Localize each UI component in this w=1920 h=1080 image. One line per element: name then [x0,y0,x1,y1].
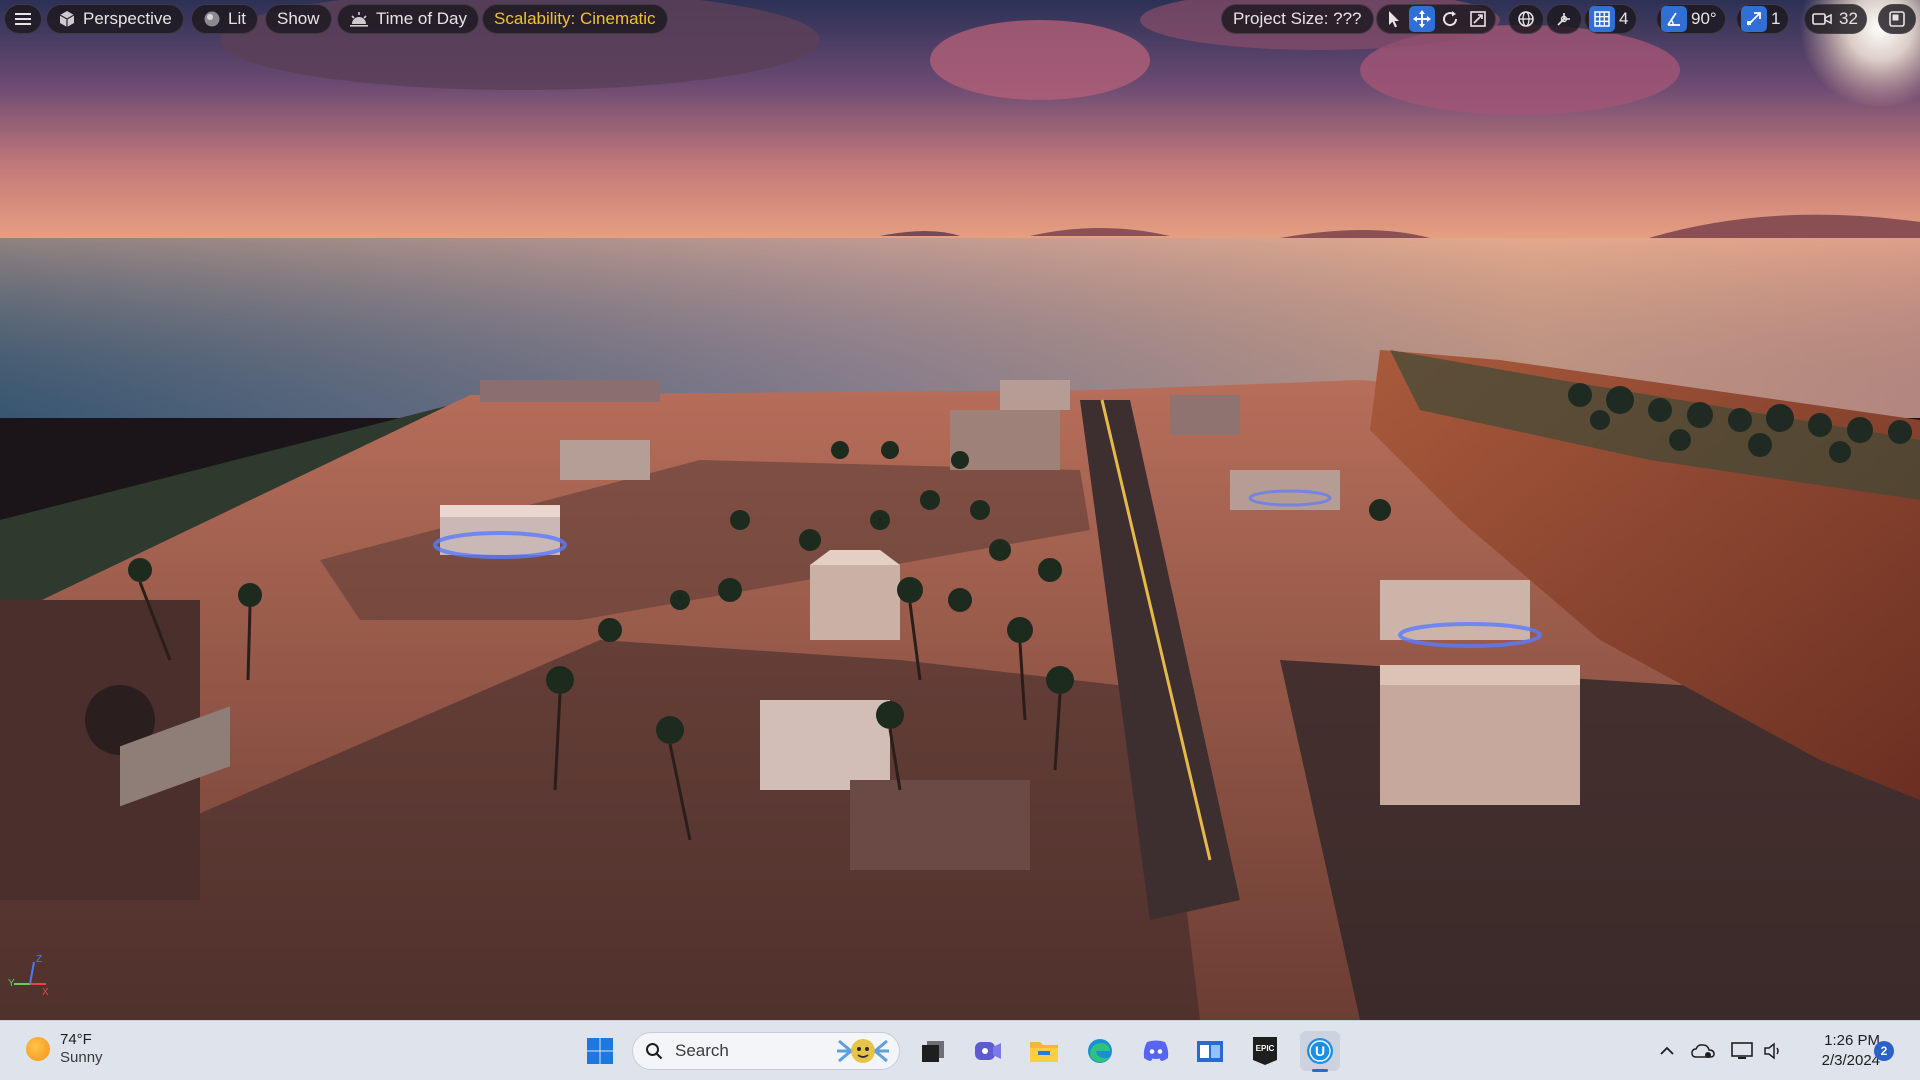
camera-speed-button[interactable] [1809,6,1835,32]
clock[interactable]: 1:26 PM 2/3/2024 [1796,1031,1880,1071]
grid-snap-button[interactable] [1589,6,1615,32]
scale-snap-icon [1747,12,1761,26]
surface-snap-icon [1557,13,1570,26]
sun-icon [26,1037,50,1061]
task-view-button[interactable] [913,1031,953,1071]
grid-snap-value[interactable]: 4 [1617,9,1632,29]
grid-icon [1594,11,1610,27]
camera-speed-value[interactable]: 32 [1837,9,1862,29]
rotate-tool-button[interactable] [1437,6,1463,32]
perspective-label: Perspective [83,9,172,28]
rotation-snap-value[interactable]: 90° [1689,9,1721,29]
onedrive-button[interactable] [1688,1031,1718,1071]
folder-icon [1030,1042,1058,1062]
clock-time: 1:26 PM [1824,1032,1880,1049]
axis-gizmo: X Y Z [8,954,49,996]
time-of-day-label: Time of Day [376,9,468,28]
unreal-engine-button[interactable]: U [1300,1031,1340,1072]
angle-icon [1667,12,1680,26]
lit-sphere-icon [204,11,220,27]
windows-logo-icon [587,1038,613,1064]
select-tool-button[interactable] [1381,6,1407,32]
teams-icon [975,1042,1001,1060]
hamburger-icon [15,13,31,25]
edge-icon [1088,1039,1112,1063]
search-input[interactable] [673,1040,827,1062]
display-icon [1731,1042,1753,1059]
scale-snap-value[interactable]: 1 [1769,9,1784,29]
notification-badge[interactable]: 2 [1874,1041,1894,1061]
axis-y-label: Y [8,978,15,989]
rotation-snap-button[interactable] [1661,6,1687,32]
windows-taskbar: 74°F Sunny EPIC U [0,1020,1920,1080]
weather-widget[interactable]: 74°F Sunny [26,1031,103,1067]
file-explorer-button[interactable] [1024,1031,1064,1071]
edge-button[interactable] [1080,1031,1120,1071]
taskbar-search[interactable] [632,1032,900,1070]
start-button[interactable] [580,1031,620,1071]
lit-button[interactable]: Lit [191,4,258,34]
viewport-menu-button[interactable] [4,4,42,34]
network-button[interactable] [1726,1031,1758,1071]
discord-button[interactable] [1136,1031,1176,1071]
task-view-icon [922,1041,944,1062]
maximize-icon [1889,11,1905,27]
show-button[interactable]: Show [265,4,332,34]
scale-tool-button[interactable] [1465,6,1491,32]
surface-snap-button[interactable] [1551,6,1577,32]
world-local-toggle[interactable] [1508,4,1544,34]
translate-tool-button[interactable] [1409,6,1435,32]
axis-x-label: X [42,987,49,996]
store-button[interactable] [1190,1031,1230,1071]
weather-condition: Sunny [60,1049,103,1066]
perspective-button[interactable]: Perspective [46,4,184,34]
teams-button[interactable] [968,1031,1008,1071]
clock-date: 2/3/2024 [1821,1052,1880,1069]
discord-icon [1143,1040,1169,1061]
project-size-label: Project Size: ??? [1233,9,1362,28]
sunrise-icon [350,12,368,27]
surface-snap-toggle[interactable] [1546,4,1582,34]
scalability-label: Scalability: Cinematic [494,9,656,28]
world-space-button[interactable] [1513,6,1539,32]
unreal-logo-text: U [1315,1043,1325,1059]
volume-icon [1764,1042,1779,1060]
camera-icon [1812,13,1832,25]
epic-games-button[interactable]: EPIC [1245,1031,1285,1071]
lit-label: Lit [228,9,246,28]
globe-icon [1518,11,1534,27]
project-size-button[interactable]: Project Size: ??? [1221,4,1374,34]
show-label: Show [277,9,320,28]
camera-speed-group[interactable]: 32 [1804,4,1867,34]
scale-snap-button[interactable] [1741,6,1767,32]
maximize-viewport-button[interactable] [1878,4,1916,34]
unreal-engine-icon: U [1307,1038,1333,1064]
volume-button[interactable] [1758,1031,1788,1071]
select-icon [1389,11,1399,28]
rotate-icon [1443,11,1458,27]
search-highlight-icon [837,1039,889,1063]
translate-icon [1413,10,1431,28]
scale-snap-group: 1 [1736,4,1790,34]
scene-render[interactable] [0,0,1920,1020]
time-of-day-button[interactable]: Time of Day [337,4,480,34]
weather-temp: 74°F [60,1031,92,1048]
show-hidden-icons-button[interactable] [1652,1031,1682,1071]
scale-icon [1470,11,1486,27]
search-icon [646,1043,663,1060]
rotation-snap-group: 90° [1656,4,1726,34]
epic-games-icon: EPIC [1253,1037,1277,1065]
grid-snap-group: 4 [1584,4,1638,34]
store-icon [1197,1041,1223,1062]
level-viewport[interactable]: Perspective Lit Show Time of Day Scalabi… [0,0,1920,1020]
epic-logo-text: EPIC [1256,1044,1275,1053]
scalability-button[interactable]: Scalability: Cinematic [482,4,668,34]
chevron-up-icon [1660,1046,1674,1055]
onedrive-icon [1691,1044,1715,1058]
active-app-indicator [1312,1069,1328,1072]
axis-z-label: Z [36,954,42,965]
transform-tools-group [1376,4,1496,34]
cube-icon [59,11,75,27]
